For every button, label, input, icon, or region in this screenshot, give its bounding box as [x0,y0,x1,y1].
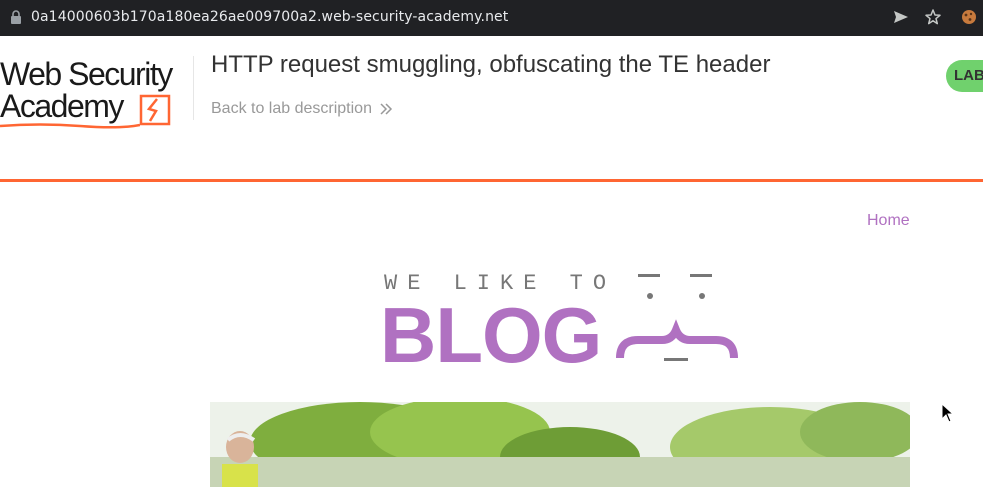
logo-underline [0,123,140,129]
send-icon[interactable] [892,8,910,26]
lab-title: HTTP request smuggling, obfuscating the … [211,51,771,78]
logo-lightning-icon [139,94,171,126]
browser-address-bar: 0a14000603b170a180ea26ae009700a2.web-sec… [0,0,983,36]
lab-status-badge: LAB [946,60,983,92]
url-text[interactable]: 0a14000603b170a180ea26ae009700a2.web-sec… [31,9,508,25]
lab-header: Web Security Academy HTTP request smuggl… [0,36,983,182]
mouse-cursor-icon [941,403,955,423]
cookie-extension-icon[interactable] [960,8,978,26]
nav-home-link[interactable]: Home [867,212,910,230]
lock-icon[interactable] [10,10,22,24]
web-security-academy-logo[interactable]: Web Security Academy [0,56,192,132]
header-divider [193,56,194,120]
double-chevron-right-icon[interactable] [378,101,394,117]
blog-wordmark: BLOG [380,291,602,379]
star-icon[interactable] [924,8,942,26]
blog-hero-image [210,402,910,487]
header-orange-rule [0,179,983,182]
back-to-lab-description-link[interactable]: Back to lab description [211,100,372,118]
blog-face-logo-icon [616,274,738,361]
logo-line2: Academy [0,88,124,124]
